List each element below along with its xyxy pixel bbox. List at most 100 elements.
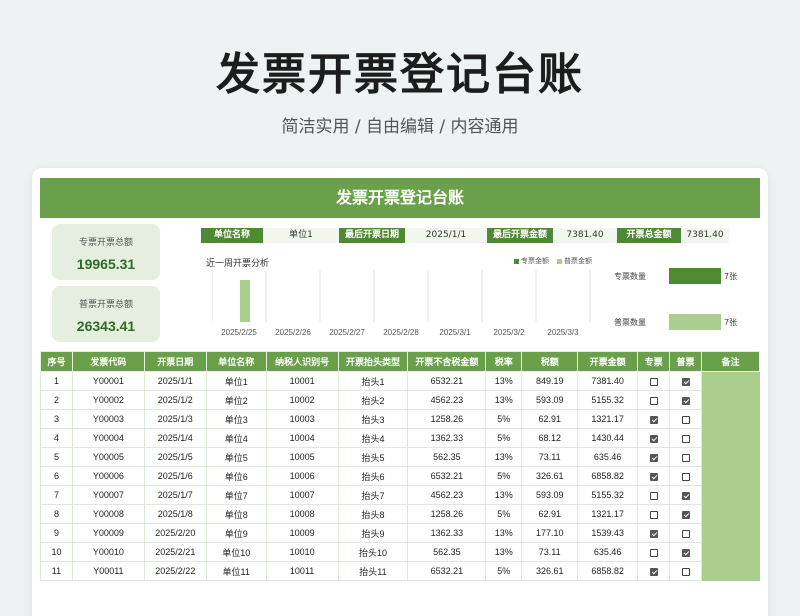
cell-date[interactable]: 2025/1/7 bbox=[143, 485, 207, 505]
normal-checkbox[interactable] bbox=[681, 453, 690, 462]
cell-unit[interactable]: 单位1 bbox=[205, 371, 267, 391]
cell-tax_id[interactable]: 10002 bbox=[265, 390, 339, 410]
special-checkbox[interactable] bbox=[649, 377, 658, 386]
cell-no[interactable]: 8 bbox=[40, 504, 73, 524]
cell-note[interactable] bbox=[701, 485, 760, 505]
cell-amount_ex[interactable]: 6532.21 bbox=[407, 466, 487, 486]
cell-code[interactable]: Y00007 bbox=[71, 485, 145, 505]
cell-date[interactable]: 2025/1/1 bbox=[143, 371, 207, 391]
cell-code[interactable]: Y00002 bbox=[71, 390, 145, 410]
cell-head[interactable]: 抬头7 bbox=[337, 485, 409, 505]
cell-tax[interactable]: 177.10 bbox=[521, 523, 579, 543]
cell-tax[interactable]: 62.91 bbox=[521, 409, 579, 429]
cell-unit[interactable]: 单位2 bbox=[205, 390, 267, 410]
cell-amount_ex[interactable]: 6532.21 bbox=[407, 561, 487, 581]
normal-checkbox[interactable] bbox=[681, 415, 690, 424]
cell-amount[interactable]: 1321.17 bbox=[577, 504, 639, 524]
cell-amount[interactable]: 635.46 bbox=[577, 542, 639, 562]
normal-checkbox[interactable] bbox=[681, 510, 690, 519]
cell-no[interactable]: 2 bbox=[40, 390, 73, 410]
cell-tax_id[interactable]: 10008 bbox=[265, 504, 339, 524]
special-checkbox[interactable] bbox=[649, 529, 658, 538]
cell-tax_id[interactable]: 10001 bbox=[265, 371, 339, 391]
normal-checkbox[interactable] bbox=[681, 396, 690, 405]
cell-head[interactable]: 抬头8 bbox=[337, 504, 409, 524]
cell-note[interactable] bbox=[701, 561, 760, 581]
special-checkbox[interactable] bbox=[649, 567, 658, 576]
cell-amount_ex[interactable]: 1258.26 bbox=[407, 504, 487, 524]
cell-code[interactable]: Y00004 bbox=[71, 428, 145, 448]
cell-amount[interactable]: 6858.82 bbox=[577, 466, 639, 486]
cell-rate[interactable]: 5% bbox=[485, 428, 523, 448]
cell-amount_ex[interactable]: 6532.21 bbox=[407, 371, 487, 391]
cell-date[interactable]: 2025/1/8 bbox=[143, 504, 207, 524]
cell-code[interactable]: Y00009 bbox=[71, 523, 145, 543]
cell-rate[interactable]: 13% bbox=[485, 390, 523, 410]
special-checkbox[interactable] bbox=[649, 396, 658, 405]
cell-tax_id[interactable]: 10005 bbox=[265, 447, 339, 467]
normal-checkbox[interactable] bbox=[681, 377, 690, 386]
normal-checkbox[interactable] bbox=[681, 529, 690, 538]
cell-unit[interactable]: 单位8 bbox=[205, 504, 267, 524]
info-value-last-amount[interactable]: 7381.40 bbox=[553, 228, 617, 243]
cell-amount[interactable]: 1539.43 bbox=[577, 523, 639, 543]
cell-tax[interactable]: 593.09 bbox=[521, 390, 579, 410]
cell-tax_id[interactable]: 10003 bbox=[265, 409, 339, 429]
cell-unit[interactable]: 单位5 bbox=[205, 447, 267, 467]
cell-rate[interactable]: 5% bbox=[485, 561, 523, 581]
info-value-total-amount[interactable]: 7381.40 bbox=[681, 228, 729, 243]
cell-no[interactable]: 5 bbox=[40, 447, 73, 467]
cell-tax[interactable]: 593.09 bbox=[521, 485, 579, 505]
cell-note[interactable] bbox=[701, 466, 760, 486]
cell-date[interactable]: 2025/1/5 bbox=[143, 447, 207, 467]
cell-tax[interactable]: 73.11 bbox=[521, 447, 579, 467]
cell-rate[interactable]: 13% bbox=[485, 485, 523, 505]
cell-date[interactable]: 2025/1/4 bbox=[143, 428, 207, 448]
cell-amount[interactable]: 5155.32 bbox=[577, 485, 639, 505]
normal-checkbox[interactable] bbox=[681, 548, 690, 557]
info-value-unit[interactable]: 单位1 bbox=[263, 228, 339, 243]
cell-rate[interactable]: 13% bbox=[485, 447, 523, 467]
cell-date[interactable]: 2025/1/2 bbox=[143, 390, 207, 410]
cell-head[interactable]: 抬头2 bbox=[337, 390, 409, 410]
cell-unit[interactable]: 单位9 bbox=[205, 523, 267, 543]
cell-unit[interactable]: 单位3 bbox=[205, 409, 267, 429]
cell-head[interactable]: 抬头9 bbox=[337, 523, 409, 543]
cell-no[interactable]: 11 bbox=[40, 561, 73, 581]
cell-tax_id[interactable]: 10006 bbox=[265, 466, 339, 486]
cell-tax[interactable]: 68.12 bbox=[521, 428, 579, 448]
cell-head[interactable]: 抬头3 bbox=[337, 409, 409, 429]
cell-amount_ex[interactable]: 1362.33 bbox=[407, 428, 487, 448]
special-checkbox[interactable] bbox=[649, 548, 658, 557]
cell-amount_ex[interactable]: 4562.23 bbox=[407, 485, 487, 505]
cell-head[interactable]: 抬头4 bbox=[337, 428, 409, 448]
cell-head[interactable]: 抬头5 bbox=[337, 447, 409, 467]
cell-tax_id[interactable]: 10007 bbox=[265, 485, 339, 505]
info-value-last-date[interactable]: 2025/1/1 bbox=[405, 228, 487, 243]
normal-checkbox[interactable] bbox=[681, 567, 690, 576]
cell-head[interactable]: 抬头6 bbox=[337, 466, 409, 486]
cell-note[interactable] bbox=[701, 390, 760, 410]
cell-no[interactable]: 9 bbox=[40, 523, 73, 543]
cell-rate[interactable]: 13% bbox=[485, 523, 523, 543]
cell-code[interactable]: Y00010 bbox=[71, 542, 145, 562]
cell-note[interactable] bbox=[701, 371, 760, 391]
special-checkbox[interactable] bbox=[649, 472, 658, 481]
cell-tax_id[interactable]: 10009 bbox=[265, 523, 339, 543]
cell-unit[interactable]: 单位4 bbox=[205, 428, 267, 448]
cell-code[interactable]: Y00006 bbox=[71, 466, 145, 486]
cell-tax[interactable]: 62.91 bbox=[521, 504, 579, 524]
cell-amount_ex[interactable]: 1362.33 bbox=[407, 523, 487, 543]
cell-head[interactable]: 抬头10 bbox=[337, 542, 409, 562]
cell-rate[interactable]: 13% bbox=[485, 371, 523, 391]
cell-note[interactable] bbox=[701, 409, 760, 429]
special-checkbox[interactable] bbox=[649, 434, 658, 443]
cell-code[interactable]: Y00008 bbox=[71, 504, 145, 524]
cell-amount[interactable]: 7381.40 bbox=[577, 371, 639, 391]
normal-checkbox[interactable] bbox=[681, 472, 690, 481]
cell-unit[interactable]: 单位11 bbox=[205, 561, 267, 581]
cell-tax[interactable]: 849.19 bbox=[521, 371, 579, 391]
cell-amount[interactable]: 5155.32 bbox=[577, 390, 639, 410]
cell-code[interactable]: Y00001 bbox=[71, 371, 145, 391]
cell-note[interactable] bbox=[701, 523, 760, 543]
